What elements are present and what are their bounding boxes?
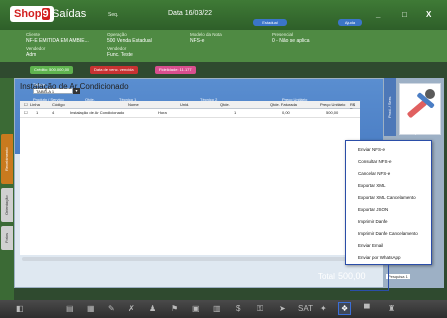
horizontal-scrollbar[interactable] [22,257,358,261]
cliente-value[interactable]: NF-E EMITIDA EM AMBIE... [26,38,89,44]
nfse-menu: Enviar NFS-e Consultar NFS-e Cancelar NF… [345,140,432,265]
grid-header: ☐ Linha Código Nome Unid. Qtde. Qtde. Fa… [20,101,360,112]
tab-orientacao[interactable]: Orientação [1,188,13,222]
fiscal-icon[interactable]: ▀ [364,304,370,313]
service-caption: Instalação de Ar [401,130,434,135]
modelo-label: Modelo da Nota [190,32,222,37]
menu-connector-h [350,290,389,291]
dollar-icon[interactable]: $ [236,304,240,313]
row-qtde: 1 [234,110,237,115]
row-qtde-faturada: 0,00 [282,110,290,115]
attachment-icon[interactable]: ✎ [108,304,115,313]
menu-item-enviar-whatsapp[interactable]: Enviar por WhatsApp [358,255,401,260]
grid-header-preco-unit[interactable]: Preço Unitário [320,102,345,107]
calculator-icon[interactable]: ▣ [192,304,200,313]
grid-header-qtde-faturada[interactable]: Qtde. Faturada [270,102,297,107]
tab-prod-serv[interactable]: Prod. / Serv. [384,78,396,136]
menu-item-imprimir-danfe-cancelamento[interactable]: Imprimir Danfe Cancelamento [358,231,418,236]
title-bar: Shop9 Saídas Seq. Data 16/03/22 Estadual… [0,0,447,30]
total-label: Total [318,272,335,281]
close-icon[interactable]: X [426,10,431,19]
menu-item-exportar-xml-cancelamento[interactable]: Exportar XML Cancelamento [358,195,416,200]
service-image[interactable] [399,83,441,135]
lock-icon[interactable]: ⚿ [257,304,263,314]
grid-header-check[interactable]: ☐ [24,102,28,107]
presencial-value[interactable]: 0 - Não se aplica [272,38,310,44]
tab-recebimento[interactable]: Recebimento [1,134,13,184]
save-icon[interactable]: ▤ [66,304,74,313]
grid-header-nome[interactable]: Nome [128,102,139,107]
shipping-icon[interactable]: ➤ [279,304,286,313]
user-icon[interactable]: ♟ [149,304,156,313]
table-row[interactable]: ☐ 1 4 Instalação de Ar Condicionado Hora… [20,109,360,117]
print-icon[interactable]: ▦ [87,304,95,313]
cliente-label: Cliente [26,32,41,37]
modelo-value[interactable]: NFS-e [190,38,204,44]
help-button[interactable]: Ajuda [338,19,362,26]
tools-icon [407,89,435,118]
due-date-badge: Data de venc. vencida [90,66,138,74]
row-unid: Hora [158,110,167,115]
side-tabs: Recebimento Orientação Fotos [0,78,14,300]
row-preco-unit: 500,00 [326,110,339,115]
estadual-button[interactable]: Estadual [253,19,287,26]
back-icon[interactable]: ◧ [16,304,24,313]
tab-fotos[interactable]: Fotos [1,226,13,250]
vendedor-value[interactable]: Adm [26,52,36,58]
menu-item-enviar-nfse[interactable]: Enviar NFS-e [358,147,385,152]
menu-connector [388,265,389,290]
menu-item-consultar-nfse[interactable]: Consultar NFS-e [358,159,392,164]
nfse-icon[interactable]: ❖ [338,302,352,315]
vendedor2-value[interactable]: Func. Teste [107,52,133,58]
grid-header-unid[interactable]: Unid. [180,102,189,107]
grid-header-codigo[interactable]: Código [52,102,65,107]
total-value: 500,00 [338,271,366,281]
seq-label: Seq. [108,12,119,18]
row-checkbox[interactable]: ☐ [24,110,28,115]
discount-icon[interactable]: ⚑ [171,304,178,313]
section-title: Instalação de Ar Condicionado [20,82,129,91]
pesquisa-field[interactable]: Pesquisa 1 [386,274,410,279]
menu-item-exportar-json[interactable]: Exportar JSON [358,207,388,212]
grid-body [20,117,360,255]
menu-item-enviar-email[interactable]: Enviar Email [358,243,383,248]
bottom-toolbar: ◧ ▤ ▦ ✎ ✗ ♟ ⚑ ▣ ▥ $ ⚿ ➤ SAT ✦ ❖ ▀ ♜ [0,300,447,318]
operacao-value[interactable]: 500 Venda Estadual [107,38,152,44]
maximize-icon[interactable]: □ [402,10,407,19]
export-icon[interactable]: ♜ [388,304,395,313]
menu-item-exportar-xml[interactable]: Exportar XML [358,183,386,188]
sat-icon[interactable]: SAT [298,304,313,313]
vendedor2-label: Vendedor [107,46,127,51]
row-linha: 1 [36,110,39,115]
app-logo: Shop9 [10,6,54,22]
presencial-label: Presencial [272,32,294,37]
vendedor-label: Vendedor [26,46,46,51]
operacao-label: Operação [107,32,127,37]
header-info: Cliente NF-E EMITIDA EM AMBIE... Operaçã… [0,30,447,62]
menu-item-imprimir-danfe[interactable]: Imprimir Danfe [358,219,388,224]
tools-icon[interactable]: ✗ [128,304,135,313]
menu-item-cancelar-nfse[interactable]: Cancelar NFS-e [358,171,390,176]
minimize-icon[interactable]: _ [376,10,380,19]
window-title: Saídas [52,8,87,20]
row-codigo: 4 [52,110,55,115]
grid-header-linha[interactable]: Linha [30,102,40,107]
pin-icon[interactable]: ✦ [320,304,327,313]
row-nome: Instalação de Ar Condicionado [70,110,125,115]
date-label: Data 16/03/22 [168,10,212,17]
money-icon[interactable]: ▥ [213,304,221,313]
loyalty-badge: Fidelidade: 11.177 [155,66,196,74]
grid-header-qtde[interactable]: Qtde. [220,102,230,107]
credit-badge: Crédito: 500.000,00 [30,66,74,74]
